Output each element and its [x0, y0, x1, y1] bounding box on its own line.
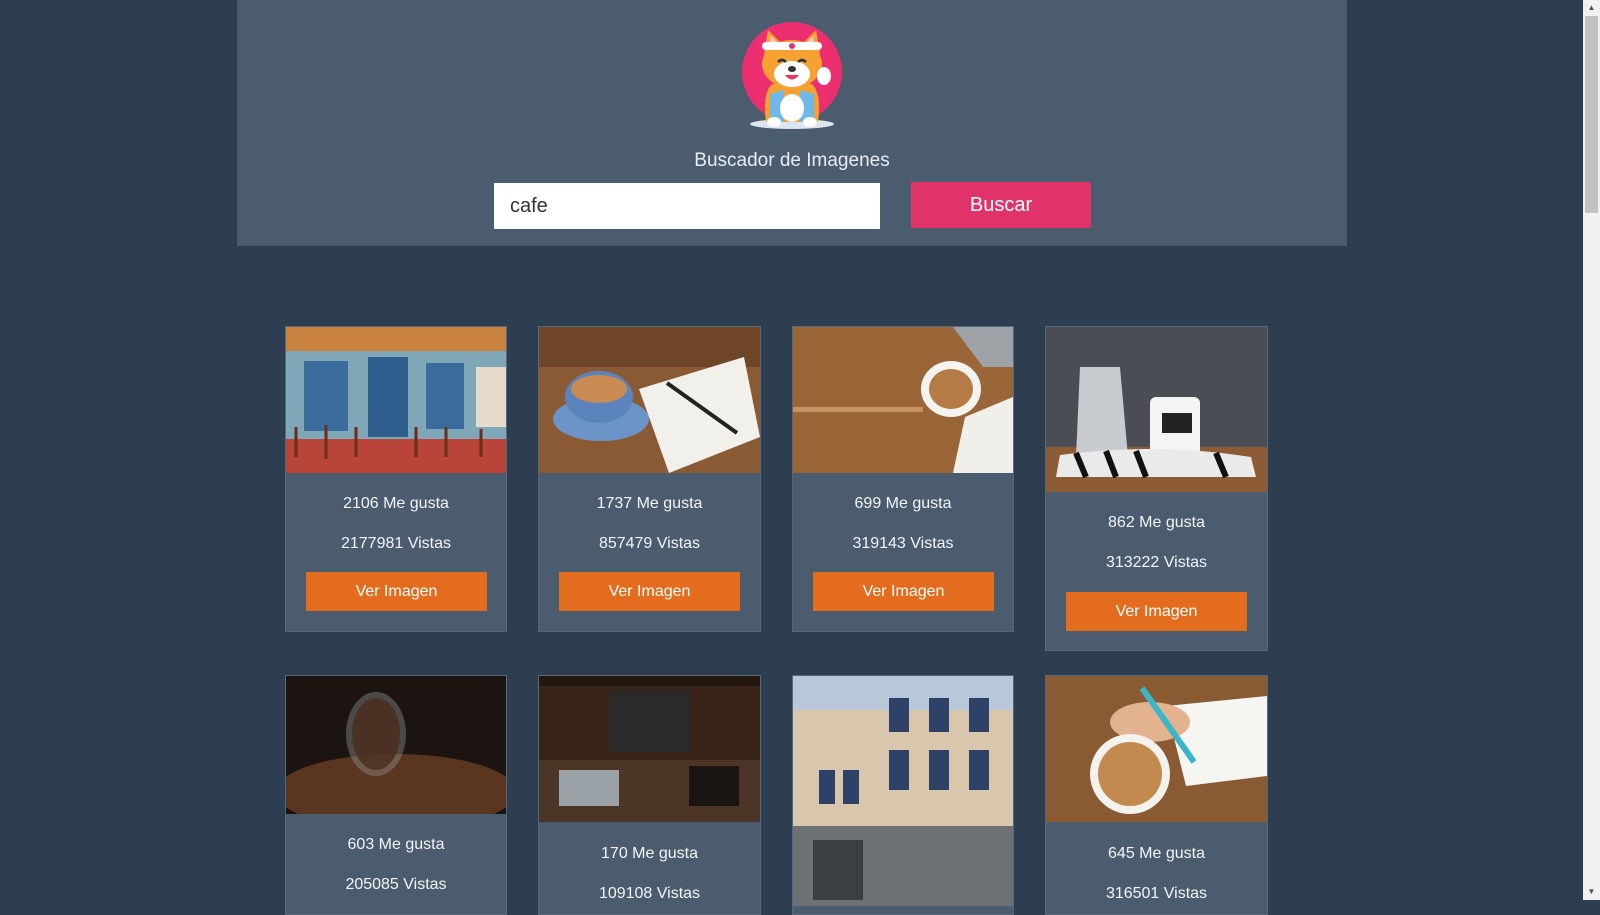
views-count: 313222 Vistas: [1105, 554, 1208, 571]
header-panel: Buscador de Imagenes Buscar: [237, 0, 1347, 246]
views-count: 205085 Vistas: [345, 876, 447, 893]
image-card: 645 Me gusta 316501 Vistas: [1045, 675, 1268, 915]
result-image[interactable]: [539, 327, 760, 473]
search-input[interactable]: [494, 183, 880, 229]
image-card: 1737 Me gusta 857479 Vistas Ver Imagen: [538, 326, 761, 632]
image-card: [792, 675, 1014, 915]
result-image[interactable]: [793, 327, 1013, 473]
result-image[interactable]: [793, 676, 1013, 906]
result-image[interactable]: [1046, 676, 1267, 822]
image-card: 699 Me gusta 319143 Vistas Ver Imagen: [792, 326, 1014, 632]
views-count: 2177981 Vistas: [340, 535, 451, 552]
likes-count: 1737 Me gusta: [596, 495, 703, 512]
vertical-scrollbar[interactable]: ▲ ▼: [1583, 0, 1600, 900]
views-count: 316501 Vistas: [1105, 885, 1208, 902]
scroll-up-arrow-icon[interactable]: ▲: [1583, 0, 1600, 16]
views-count: 109108 Vistas: [598, 885, 701, 902]
app-title: Buscador de Imagenes: [694, 150, 890, 171]
likes-count: 699 Me gusta: [854, 495, 952, 512]
image-card: 603 Me gusta 205085 Vistas: [285, 675, 507, 915]
scroll-thumb[interactable]: [1585, 16, 1598, 213]
result-image[interactable]: [286, 327, 506, 473]
result-image[interactable]: [539, 676, 760, 822]
result-image[interactable]: [1046, 327, 1267, 492]
views-count: 319143 Vistas: [852, 535, 954, 552]
shiba-dog-logo-icon: [740, 20, 844, 132]
view-image-button[interactable]: Ver Imagen: [1066, 592, 1247, 631]
likes-count: 862 Me gusta: [1108, 514, 1205, 531]
likes-count: 170 Me gusta: [601, 845, 698, 862]
view-image-button[interactable]: Ver Imagen: [559, 572, 740, 611]
scroll-down-arrow-icon[interactable]: ▼: [1583, 884, 1600, 900]
likes-count: 2106 Me gusta: [343, 495, 449, 512]
likes-count: 645 Me gusta: [1108, 845, 1205, 862]
result-image[interactable]: [286, 676, 506, 814]
image-card: 170 Me gusta 109108 Vistas: [538, 675, 761, 915]
views-count: 857479 Vistas: [598, 535, 701, 552]
view-image-button[interactable]: Ver Imagen: [813, 572, 994, 611]
image-card: 862 Me gusta 313222 Vistas Ver Imagen: [1045, 326, 1268, 651]
view-image-button[interactable]: Ver Imagen: [306, 572, 487, 611]
image-card: 2106 Me gusta 2177981 Vistas Ver Imagen: [285, 326, 507, 632]
search-button[interactable]: Buscar: [911, 182, 1091, 228]
likes-count: 603 Me gusta: [347, 836, 445, 853]
